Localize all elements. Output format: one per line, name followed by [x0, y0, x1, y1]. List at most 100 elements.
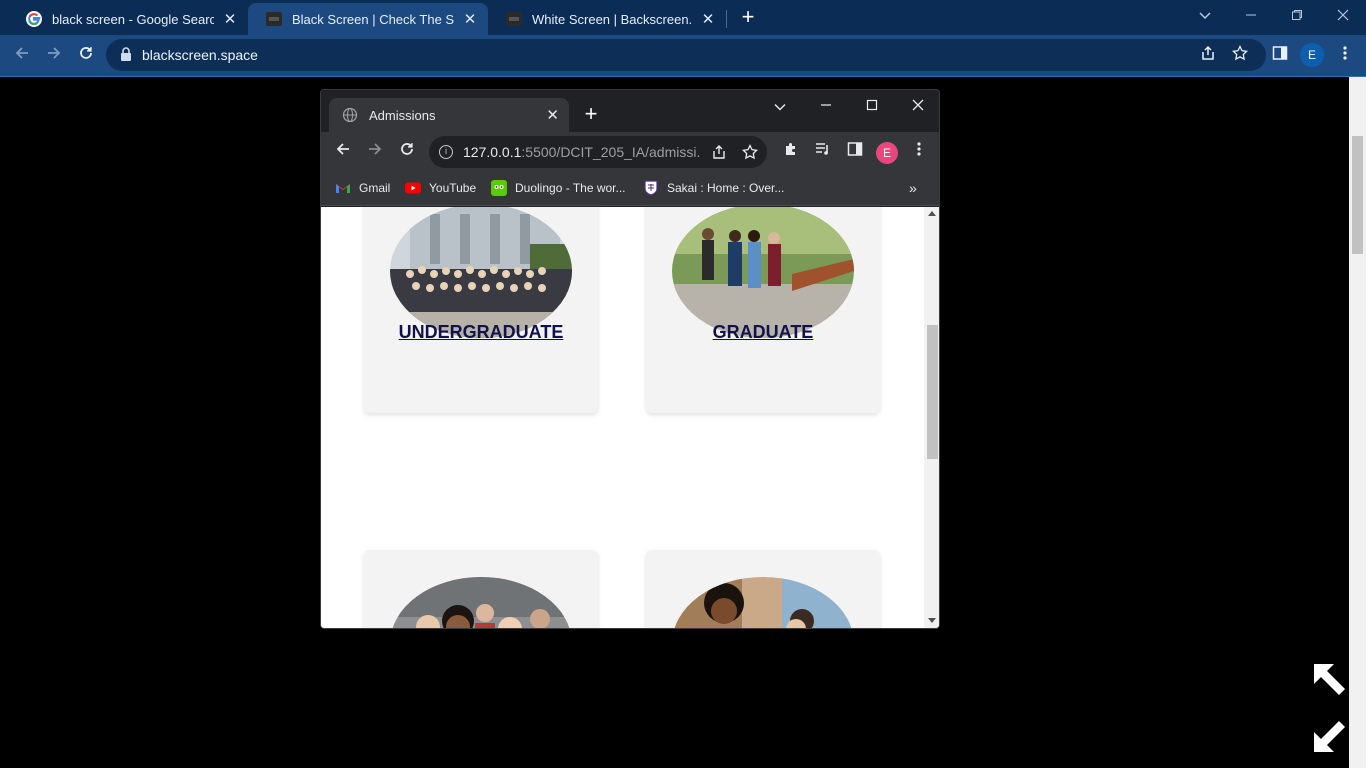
share-icon[interactable] [711, 144, 727, 160]
scroll-down-arrow-icon[interactable] [928, 618, 936, 623]
bookmarks-bar: Gmail YouTube Duolingo - The wor... Saka… [321, 172, 939, 206]
expand-arrow-icon[interactable] [1310, 660, 1352, 702]
program-card-3[interactable] [364, 550, 598, 628]
collapse-arrow-icon[interactable] [1310, 714, 1352, 756]
star-icon[interactable] [742, 144, 758, 160]
bookmark-duolingo[interactable]: Duolingo - The wor... [491, 180, 626, 196]
restore-icon [1292, 10, 1302, 20]
url-path: :5500/DCIT_205_IA/admissi... [521, 144, 699, 160]
url-text: blackscreen.space [142, 47, 258, 63]
bookmark-label: Duolingo - The wor... [515, 181, 626, 195]
program-card-graduate[interactable]: GRADUATE [646, 207, 880, 413]
gmail-icon [336, 184, 350, 193]
bookmark-gmail[interactable]: Gmail [335, 180, 390, 196]
back-button[interactable] [331, 140, 355, 164]
program-link-graduate[interactable]: GRADUATE [646, 322, 880, 343]
reload-button[interactable] [395, 140, 419, 164]
close-window-button[interactable] [906, 94, 930, 118]
program-card-4[interactable]: EMORY [646, 550, 880, 628]
reload-icon [80, 47, 92, 59]
scroll-up-arrow-icon[interactable] [928, 211, 936, 216]
maximize-button[interactable] [860, 94, 884, 118]
globe-icon [342, 107, 358, 123]
tab-separator [726, 10, 727, 28]
lock-icon [121, 47, 131, 61]
inner-scrollbar[interactable] [924, 207, 939, 628]
admissions-page: UNDERGRADUATE GRADUATE EMORY [321, 207, 924, 628]
bookmark-youtube[interactable]: YouTube [405, 180, 476, 196]
side-panel-button[interactable] [843, 140, 867, 164]
arrow-right-icon [48, 47, 61, 59]
tab-black-screen[interactable]: Black Screen | Check The Screen ✕ [248, 3, 488, 35]
google-icon [26, 11, 42, 27]
restore-button[interactable] [1285, 4, 1309, 28]
kebab-menu-icon [1343, 46, 1347, 60]
forward-button[interactable] [42, 43, 66, 67]
close-icon[interactable]: ✕ [462, 10, 478, 28]
scrollbar-thumb[interactable] [927, 325, 938, 459]
bookmark-label: Sakai : Home : Over... [667, 181, 785, 195]
reload-button[interactable] [74, 43, 98, 67]
arrow-right-icon [369, 143, 382, 155]
site-favicon-icon [506, 12, 522, 26]
minimize-icon [1246, 14, 1256, 16]
bookmark-sakai[interactable]: Sakai : Home : Over... [643, 180, 784, 196]
new-tab-button[interactable]: + [737, 5, 759, 29]
undergraduate-photo [390, 207, 572, 338]
tab-title: White Screen | Backscreen.Space [532, 11, 692, 27]
scrollbar-thumb[interactable] [1352, 136, 1363, 254]
address-bar[interactable]: blackscreen.space [106, 39, 1266, 71]
extensions-button[interactable] [779, 140, 803, 164]
reload-icon [401, 143, 413, 155]
profile-avatar[interactable]: E [876, 142, 898, 164]
minimize-icon [821, 104, 831, 106]
toolbar-divider [0, 76, 1366, 77]
media-controls-button[interactable] [811, 140, 835, 164]
program-link-undergraduate[interactable]: UNDERGRADUATE [364, 322, 598, 343]
close-icon [1337, 9, 1349, 21]
tab-google-search[interactable]: black screen - Google Search ✕ [8, 3, 248, 35]
minimize-button[interactable] [1239, 4, 1263, 28]
close-window-button[interactable] [1331, 4, 1355, 28]
playlist-icon [816, 143, 828, 155]
profile-avatar[interactable]: E [1300, 43, 1324, 67]
maximize-icon [866, 99, 878, 111]
side-panel-icon [847, 142, 863, 156]
close-icon[interactable]: ✕ [546, 106, 559, 124]
sakai-crest-icon [644, 180, 658, 196]
tab-white-screen[interactable]: White Screen | Backscreen.Space ✕ [488, 3, 726, 35]
inner-toolbar: i 127.0.0.1:5500/DCIT_205_IA/admissi... … [321, 132, 939, 172]
tab-search-button[interactable] [768, 94, 792, 118]
side-panel-button[interactable] [1268, 43, 1292, 67]
back-button[interactable] [10, 43, 34, 67]
arrow-left-icon [336, 143, 349, 155]
students-photo: EMORY [672, 577, 854, 628]
bookmark-star-button[interactable] [1228, 43, 1252, 67]
address-bar[interactable]: i 127.0.0.1:5500/DCIT_205_IA/admissi... [429, 136, 767, 168]
tab-admissions[interactable]: Admissions ✕ [329, 98, 569, 132]
menu-button[interactable] [907, 140, 931, 164]
share-button[interactable] [1196, 43, 1220, 67]
bookmark-label: YouTube [429, 181, 477, 195]
chevron-down-icon [774, 104, 786, 111]
close-icon[interactable]: ✕ [700, 10, 716, 28]
close-icon[interactable]: ✕ [222, 10, 238, 28]
tab-title: black screen - Google Search [52, 11, 214, 27]
forward-button[interactable] [363, 140, 387, 164]
url-host: 127.0.0.1 [463, 144, 522, 160]
tab-title: Black Screen | Check The Screen [292, 11, 454, 27]
bookmarks-overflow-button[interactable]: » [909, 180, 917, 196]
outer-toolbar: blackscreen.space E [0, 35, 1366, 76]
tab-search-button[interactable] [1193, 4, 1217, 28]
menu-button[interactable] [1333, 43, 1357, 67]
program-card-undergraduate[interactable]: UNDERGRADUATE [364, 207, 598, 413]
minimize-button[interactable] [814, 94, 838, 118]
outer-tab-strip: black screen - Google Search ✕ Black Scr… [0, 0, 1366, 35]
close-icon [912, 99, 924, 111]
duolingo-icon [491, 180, 507, 196]
youtube-icon [405, 182, 421, 194]
puzzle-icon [786, 143, 795, 155]
info-icon[interactable]: i [439, 145, 453, 159]
new-tab-button[interactable]: + [579, 102, 603, 126]
site-favicon-icon [266, 12, 282, 26]
